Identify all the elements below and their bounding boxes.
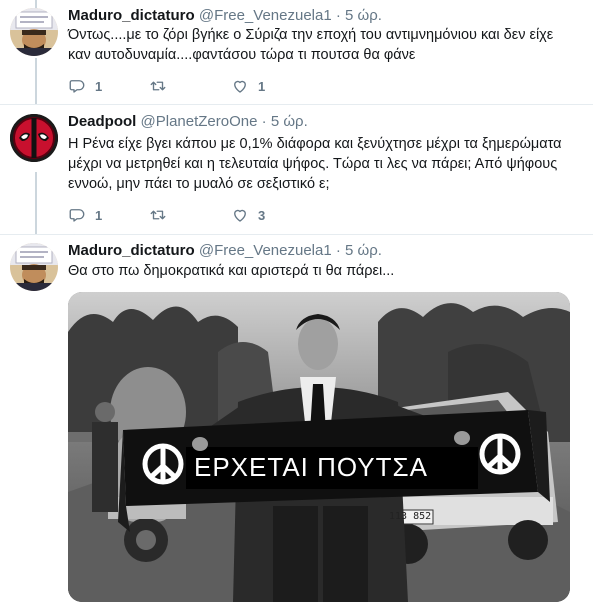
avatar[interactable] bbox=[10, 243, 58, 291]
timestamp[interactable]: 5 ώρ. bbox=[271, 113, 308, 130]
like-count: 1 bbox=[258, 78, 266, 94]
banner-text: ΕΡΧΕΤΑΙ ΠΟΥΤΣΑ bbox=[194, 452, 428, 482]
separator: · bbox=[335, 242, 341, 259]
like-button[interactable]: 1 bbox=[231, 76, 265, 96]
avatar[interactable] bbox=[10, 114, 58, 162]
reply-count: 1 bbox=[95, 78, 103, 94]
tweet-actions: 1 1 bbox=[68, 76, 468, 96]
tweet-actions: 1 3 bbox=[68, 205, 468, 225]
retweet-button[interactable] bbox=[149, 76, 176, 96]
reply-button[interactable]: 1 bbox=[68, 76, 102, 96]
retweet-icon bbox=[149, 77, 167, 95]
display-name[interactable]: Deadpool bbox=[68, 113, 136, 130]
like-button[interactable]: 3 bbox=[231, 205, 265, 225]
tweet-header: Maduro_dictaturo @Free_Venezuela1 · 5 ώρ… bbox=[68, 241, 382, 261]
like-icon bbox=[231, 77, 249, 95]
reply-count: 1 bbox=[95, 207, 103, 223]
separator: · bbox=[261, 113, 267, 130]
tweet-photo[interactable]: ΕΡΧΕΤΑΙ ΠΟΥΤΣΑ 113 852 bbox=[68, 292, 570, 602]
tweet-text: Όντως....με το ζόρι βγήκε ο Σύριζα την ε… bbox=[68, 27, 554, 63]
reply-button[interactable]: 1 bbox=[68, 205, 102, 225]
retweet-icon bbox=[149, 206, 167, 224]
retweet-button[interactable] bbox=[149, 205, 176, 225]
license-plate: 113 852 bbox=[389, 511, 432, 522]
tweet[interactable]: Maduro_dictaturo @Free_Venezuela1 · 5 ώρ… bbox=[0, 0, 593, 104]
tweet-header: Maduro_dictaturo @Free_Venezuela1 · 5 ώρ… bbox=[68, 6, 382, 26]
tweet-text: Θα στο πω δημοκρατικά και αριστερά τι θα… bbox=[68, 263, 395, 279]
avatar[interactable] bbox=[10, 8, 58, 56]
like-icon bbox=[231, 206, 249, 224]
user-handle[interactable]: @Free_Venezuela1 bbox=[199, 242, 332, 259]
timestamp[interactable]: 5 ώρ. bbox=[345, 242, 382, 259]
reply-icon bbox=[68, 77, 86, 95]
timestamp[interactable]: 5 ώρ. bbox=[345, 7, 382, 24]
display-name[interactable]: Maduro_dictaturo bbox=[68, 7, 195, 24]
user-handle[interactable]: @PlanetZeroOne bbox=[141, 113, 258, 130]
reply-icon bbox=[68, 206, 86, 224]
separator: · bbox=[335, 7, 341, 24]
tweet-text: Η Ρένα είχε βγει κάπου με 0,1% διάφορα κ… bbox=[68, 136, 562, 192]
display-name[interactable]: Maduro_dictaturo bbox=[68, 242, 195, 259]
user-handle[interactable]: @Free_Venezuela1 bbox=[199, 7, 332, 24]
like-count: 3 bbox=[258, 207, 266, 223]
tweet-header: Deadpool @PlanetZeroOne · 5 ώρ. bbox=[68, 112, 308, 132]
photo-illustration bbox=[68, 292, 570, 602]
tweet[interactable]: Deadpool @PlanetZeroOne · 5 ώρ. Η Ρένα ε… bbox=[0, 105, 593, 234]
